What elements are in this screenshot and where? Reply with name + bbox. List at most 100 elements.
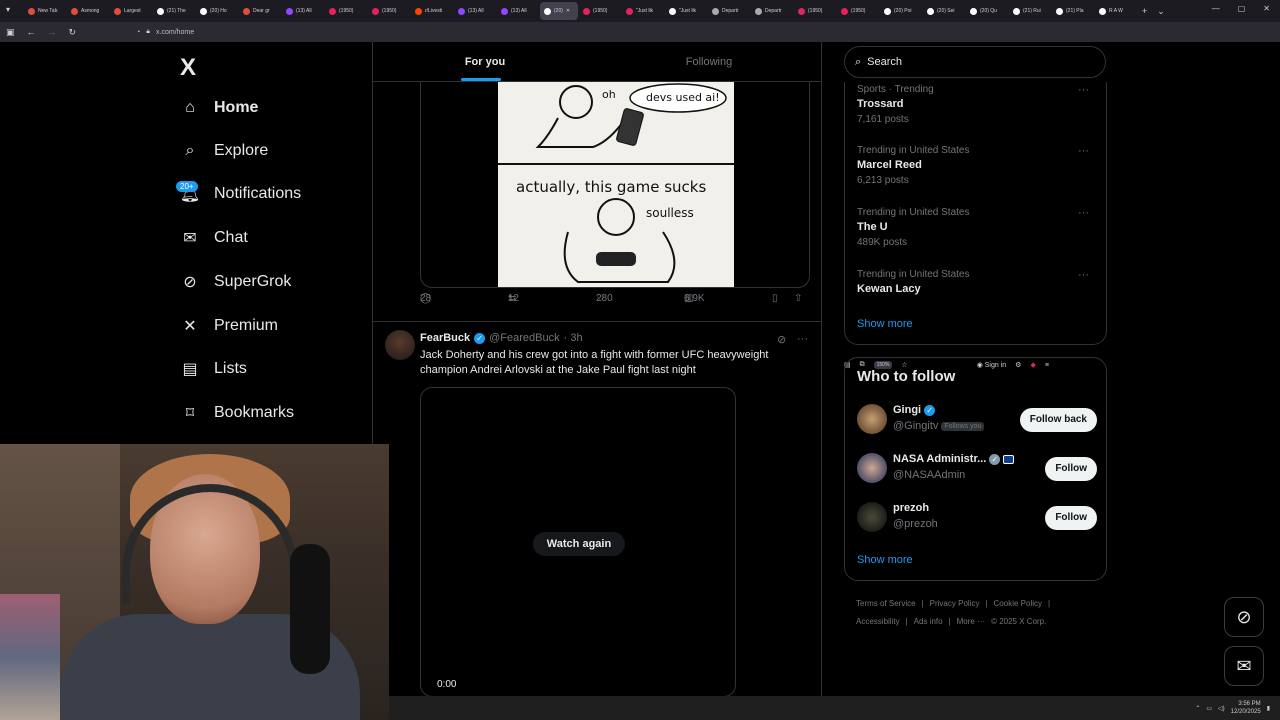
more-icon[interactable]: ··· — [1078, 84, 1089, 96]
forward-icon[interactable]: → — [48, 27, 57, 38]
sidebar-item-supergrok[interactable]: ⊘ SuperGrok — [180, 268, 291, 296]
sidebar-item-explore[interactable]: ⌕ Explore — [180, 137, 269, 165]
tab-for-you[interactable]: For you — [373, 42, 597, 81]
search-input[interactable]: ⌕ Search — [844, 46, 1106, 78]
browser-tab[interactable]: "Just lik — [665, 2, 707, 20]
browser-tab[interactable]: Dear gr — [239, 2, 281, 20]
tab-list-icon[interactable]: ▾ — [6, 5, 10, 14]
avatar[interactable] — [857, 453, 887, 483]
footer-link[interactable]: Terms of Service — [856, 599, 916, 608]
suggestion-handle[interactable]: @prezoh — [893, 518, 938, 530]
close-icon[interactable]: ✕ — [1263, 4, 1270, 13]
browser-tab[interactable]: (13) All — [497, 2, 539, 20]
follow-button[interactable]: Follow — [1045, 457, 1097, 481]
browser-tab[interactable]: (20) Poi — [880, 2, 922, 20]
browser-tab[interactable]: (21) The — [153, 2, 195, 20]
tray-chevron-icon[interactable]: ⌃ — [1195, 705, 1200, 712]
more-icon[interactable]: ··· — [1078, 207, 1089, 219]
suggestion-name[interactable]: prezoh — [893, 502, 929, 514]
trend-item[interactable]: Trending in United States The U 489K posts… — [857, 207, 1097, 248]
follow-back-button[interactable]: Follow back — [1019, 408, 1097, 432]
new-tab-icon[interactable]: + — [1142, 6, 1147, 16]
more-icon[interactable]: ··· — [1078, 145, 1089, 157]
follow-suggestion[interactable]: NASA Administr... ✓ @NASAAdmin Follow — [857, 453, 1097, 485]
clock[interactable]: 3:56 PM 12/20/2025 — [1231, 700, 1261, 716]
sidebar-item-bookmarks[interactable]: ⌑ Bookmarks — [180, 399, 294, 427]
messages-fab[interactable]: ✉ — [1224, 646, 1264, 686]
sidebar-item-notifications[interactable]: 🔔︎ Notifications — [180, 180, 301, 208]
follow-suggestion[interactable]: prezoh @prezoh Follow — [857, 502, 1097, 534]
avatar[interactable] — [857, 404, 887, 434]
browser-tab[interactable]: (13) All — [454, 2, 496, 20]
browser-tab[interactable]: r/Livesti — [411, 2, 453, 20]
sidebar-toggle-icon[interactable]: ▣ — [6, 27, 15, 38]
video-player[interactable]: Watch again 0:00 — [420, 387, 736, 697]
tweet-time[interactable]: · 3h — [564, 332, 583, 344]
footer-link[interactable]: More ··· — [957, 617, 985, 626]
suggestion-handle[interactable]: @Gingitv — [893, 420, 938, 432]
volume-icon[interactable]: ◁) — [1218, 705, 1225, 712]
sidebar-item-home[interactable]: ⌂ Home — [180, 94, 258, 122]
trend-item[interactable]: Trending in United States Kewan Lacy ··· — [857, 269, 1097, 295]
footer-link[interactable]: © 2025 X Corp. — [991, 617, 1046, 626]
watch-again-button[interactable]: Watch again — [533, 532, 625, 556]
tweet-image-card[interactable]: oh devs used ai! actually, this game suc… — [420, 82, 810, 288]
who-to-follow-show-more[interactable]: Show more — [857, 554, 913, 566]
tab-close-icon[interactable]: ✕ — [566, 8, 570, 14]
suggestion-handle[interactable]: @NASAAdmin — [893, 469, 965, 481]
browser-tab[interactable]: (20) ✕ — [540, 2, 578, 20]
browser-tab[interactable]: Departr — [751, 2, 793, 20]
footer-link[interactable]: Ads info — [914, 617, 943, 626]
browser-tab[interactable]: Asmong — [67, 2, 109, 20]
author-name[interactable]: FearBuck — [420, 332, 470, 344]
browser-tab[interactable]: Departr — [708, 2, 750, 20]
back-icon[interactable]: ← — [27, 27, 36, 38]
follow-suggestion[interactable]: Gingi ✓ @Gingitv Follows you Follow back — [857, 404, 1097, 436]
browser-tab[interactable]: (20) Ho — [196, 2, 238, 20]
footer-link[interactable]: Privacy Policy — [930, 599, 980, 608]
more-icon[interactable]: ··· — [1078, 269, 1089, 281]
maximize-icon[interactable]: ▢ — [1238, 4, 1246, 13]
x-logo[interactable]: X — [180, 54, 196, 82]
browser-tab[interactable]: (21) Pla — [1052, 2, 1094, 20]
avatar[interactable] — [857, 502, 887, 532]
footer-link[interactable]: Cookie Policy — [994, 599, 1042, 608]
footer-link[interactable]: Accessibility — [856, 617, 900, 626]
network-icon[interactable]: ▭ — [1206, 705, 1212, 712]
trends-show-more[interactable]: Show more — [857, 318, 913, 330]
notification-center-icon[interactable]: ▮ — [1267, 705, 1270, 712]
reload-icon[interactable]: ↻ — [69, 27, 77, 38]
address-field[interactable]: x.com/home — [156, 29, 194, 36]
grok-icon[interactable]: ⊘ — [777, 333, 786, 346]
browser-tab[interactable]: Largest — [110, 2, 152, 20]
tab-following[interactable]: Following — [597, 42, 821, 81]
sidebar-item-lists[interactable]: ▤ Lists — [180, 355, 246, 383]
avatar[interactable] — [385, 330, 415, 360]
minimize-icon[interactable]: — — [1212, 4, 1220, 13]
browser-tab[interactable]: New Tab — [24, 2, 66, 20]
grok-fab[interactable]: ⊘ — [1224, 597, 1264, 637]
trend-item[interactable]: Trending in United States Marcel Reed 6,21… — [857, 145, 1097, 186]
sidebar-item-premium[interactable]: ✕ Premium — [180, 312, 278, 340]
browser-tab[interactable]: (13) All — [282, 2, 324, 20]
browser-tab[interactable]: (1950) — [368, 2, 410, 20]
sidebar-item-chat[interactable]: ✉ Chat — [180, 224, 248, 252]
shield-icon[interactable]: ◔ — [136, 29, 140, 36]
browser-tab[interactable]: (20) Qu — [966, 2, 1008, 20]
lock-icon[interactable]: 🔒︎ — [146, 28, 150, 36]
tab-list-chevron-icon[interactable]: ⌄ — [1157, 6, 1165, 17]
browser-tab[interactable]: "Just lik — [622, 2, 664, 20]
browser-tab[interactable]: (20) Sei — [923, 2, 965, 20]
trend-item[interactable]: Sports · Trending Trossard 7,161 posts ··· — [857, 84, 1097, 125]
author-handle[interactable]: @FearedBuck — [489, 332, 559, 344]
suggestion-name[interactable]: Gingi — [893, 404, 921, 416]
browser-tab[interactable]: (1950) — [579, 2, 621, 20]
comic-image[interactable]: oh devs used ai! actually, this game suc… — [498, 82, 734, 287]
browser-tab[interactable]: R A W — [1095, 2, 1137, 20]
browser-tab[interactable]: (1950) — [837, 2, 879, 20]
more-icon[interactable]: ··· — [797, 333, 808, 345]
suggestion-name[interactable]: NASA Administr... — [893, 453, 986, 465]
browser-tab[interactable]: (21) Rui — [1009, 2, 1051, 20]
browser-tab[interactable]: (1950) — [325, 2, 367, 20]
browser-tab[interactable]: (1950) — [794, 2, 836, 20]
